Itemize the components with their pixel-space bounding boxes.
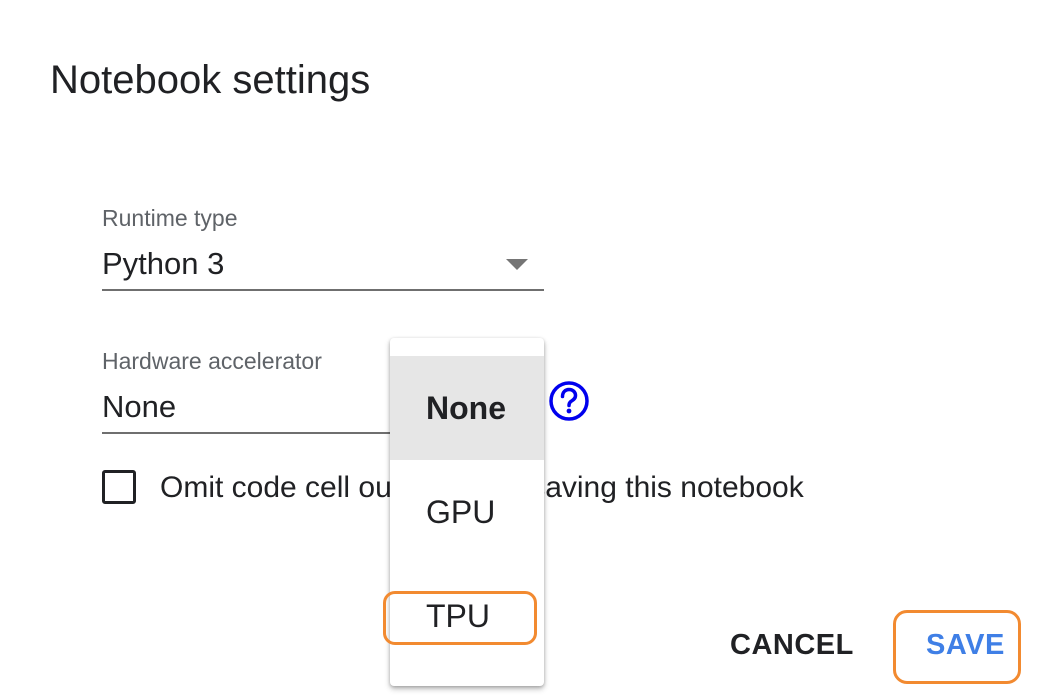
hardware-accelerator-select[interactable]: None — [102, 389, 176, 425]
runtime-type-label: Runtime type — [102, 205, 238, 231]
omit-output-checkbox[interactable] — [102, 470, 136, 504]
runtime-type-select[interactable]: Python 3 — [102, 246, 224, 282]
notebook-settings-dialog: Notebook settings Runtime type Python 3 … — [0, 0, 1053, 700]
help-circle-icon[interactable] — [548, 380, 590, 422]
hardware-accelerator-underline — [102, 432, 402, 434]
menu-option-gpu[interactable]: GPU — [390, 460, 544, 564]
dialog-title: Notebook settings — [50, 58, 371, 102]
tpu-highlight-outline — [383, 591, 537, 645]
runtime-type-underline — [102, 289, 544, 291]
dropdown-arrow-icon[interactable] — [506, 259, 528, 270]
save-button[interactable]: SAVE — [926, 628, 1005, 662]
menu-option-none[interactable]: None — [390, 356, 544, 460]
hardware-accelerator-label: Hardware accelerator — [102, 348, 322, 374]
cancel-button[interactable]: CANCEL — [730, 628, 854, 662]
